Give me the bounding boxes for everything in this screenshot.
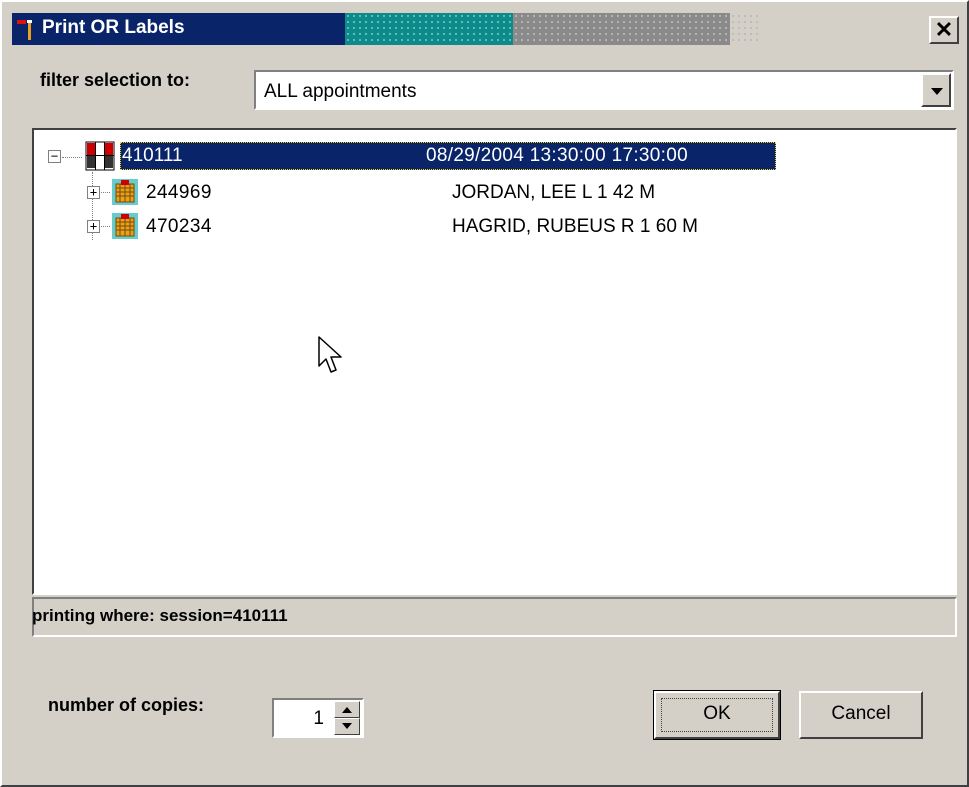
patient-name: HAGRID, RUBEUS R 1 60 M [452, 216, 698, 237]
patient-id: 244969 [146, 182, 212, 203]
patient-id: 470234 [146, 216, 212, 237]
filter-label: filter selection to: [40, 70, 191, 90]
arrow-up-icon [342, 707, 352, 713]
expand-icon[interactable]: + [87, 220, 100, 233]
cancel-button-label: Cancel [831, 703, 891, 724]
session-datetime: 08/29/2004 13:30:00 17:30:00 [426, 145, 688, 166]
filter-selected-value: ALL appointments [264, 81, 417, 102]
patient-name: JORDAN, LEE L 1 42 M [452, 182, 656, 203]
ok-button[interactable]: OK [653, 690, 781, 740]
filter-select[interactable]: ALL appointments [254, 70, 954, 110]
focus-rectangle [661, 698, 773, 732]
mouse-pointer-icon [318, 336, 342, 373]
patient-basket-icon [112, 179, 138, 205]
app-icon [17, 20, 32, 40]
window-title: Print OR Labels [42, 17, 185, 38]
increment-button[interactable] [334, 701, 360, 718]
tree-node-patient[interactable]: + 470234 HAGRID, RUBEUS R 1 60 M [42, 210, 802, 242]
title-bar[interactable]: Print OR Labels ✕ [12, 10, 963, 48]
status-text: printing where: session=410111 [32, 606, 288, 625]
session-id: 410111 [122, 145, 183, 166]
copies-label: number of copies: [48, 695, 205, 715]
filter-dropdown-button[interactable] [921, 73, 951, 107]
collapse-icon[interactable]: − [48, 150, 61, 163]
decrement-button[interactable] [334, 718, 360, 735]
title-bar-pattern-gray [513, 13, 730, 45]
tree-node-patient[interactable]: + 244969 JORDAN, LEE L 1 42 M [42, 176, 802, 208]
close-button[interactable]: ✕ [929, 16, 959, 44]
arrow-down-icon [342, 723, 352, 729]
chevron-down-icon [931, 88, 943, 95]
appointment-tree[interactable]: − 410111 08/29/2004 13:30:00 17:30:00 + [32, 128, 957, 595]
close-icon: ✕ [934, 17, 954, 42]
status-bar: printing where: session=410111 [32, 597, 957, 637]
title-bar-pattern-teal [345, 13, 513, 45]
cancel-button[interactable]: Cancel [799, 691, 923, 739]
tree-node-session[interactable]: − 410111 08/29/2004 13:30:00 17:30:00 [42, 140, 776, 172]
copies-value[interactable]: 1 [313, 708, 324, 730]
copies-spinner[interactable]: 1 [272, 698, 364, 738]
calendar-grid-icon [85, 141, 115, 171]
expand-icon[interactable]: + [87, 186, 100, 199]
print-or-labels-dialog: Print OR Labels ✕ filter selection to: A… [0, 0, 969, 787]
title-bar-pattern-fade [730, 13, 762, 45]
patient-basket-icon [112, 213, 138, 239]
